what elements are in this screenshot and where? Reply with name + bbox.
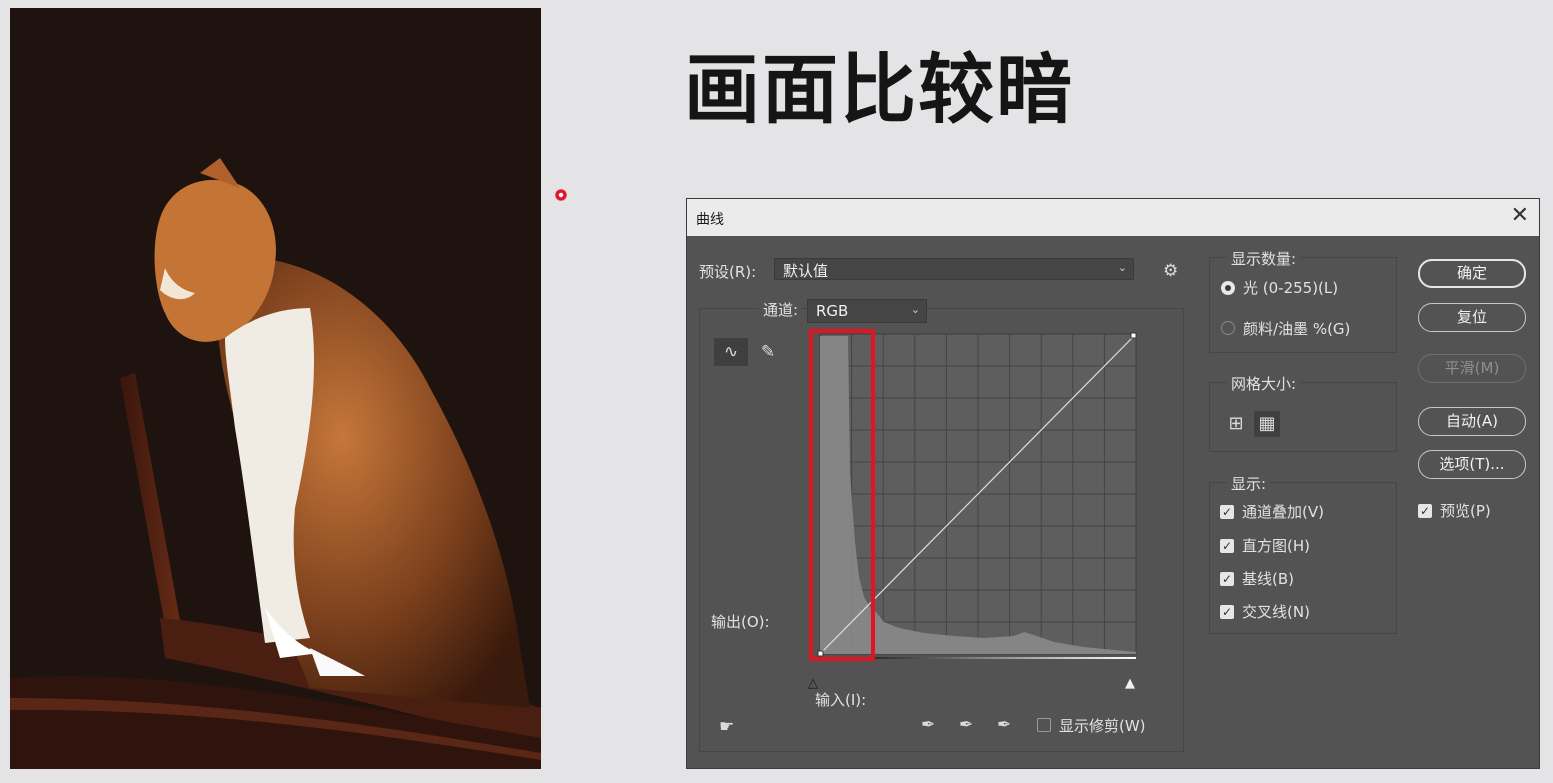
cat-photo [10, 8, 541, 769]
chevron-down-icon: ⌄ [910, 303, 920, 316]
auto-button[interactable]: 自动(A) [1418, 407, 1526, 436]
pointer-indicator [555, 189, 567, 201]
preset-dropdown[interactable]: 默认值 ⌄ [774, 258, 1134, 280]
histogram-label: 直方图(H) [1242, 537, 1310, 555]
reset-button[interactable]: 复位 [1418, 303, 1526, 332]
histogram-checkbox[interactable]: ✓ [1220, 539, 1234, 553]
output-label: 输出(O): [711, 613, 770, 631]
pencil-icon[interactable]: ✎ [755, 338, 781, 366]
ok-button[interactable]: 确定 [1418, 259, 1526, 288]
intersection-line-checkbox[interactable]: ✓ [1220, 605, 1234, 619]
target-adjustment-icon[interactable]: ☛ [719, 717, 734, 737]
channel-overlay-checkbox[interactable]: ✓ [1220, 505, 1234, 519]
dialog-title: 曲线 [696, 212, 724, 228]
gear-icon[interactable]: ⚙ [1163, 261, 1178, 281]
preview-label: 预览(P) [1440, 502, 1491, 520]
highlight-box [809, 329, 875, 661]
channel-label: 通道: [759, 299, 803, 320]
channel-value: RGB [816, 302, 849, 320]
white-point-slider[interactable]: ▲ [1125, 676, 1135, 691]
show-clipping-checkbox[interactable] [1037, 718, 1051, 732]
simple-grid-icon[interactable]: ⊞ [1223, 411, 1249, 437]
intersection-line-label: 交叉线(N) [1242, 603, 1310, 621]
light-radio[interactable] [1221, 281, 1235, 295]
preset-value: 默认值 [783, 262, 829, 280]
curves-dialog: 曲线 ✕ 预设(R): 默认值 ⌄ ⚙ 通道: RGB ⌄ ∿ ✎ 输出(O):… [686, 198, 1540, 769]
pigment-radio[interactable] [1221, 321, 1235, 335]
grid-size-legend: 网格大小: [1227, 373, 1301, 394]
chevron-down-icon: ⌄ [1117, 261, 1127, 274]
gray-eyedropper-icon[interactable]: ✒ [959, 715, 973, 735]
display-amount-legend: 显示数量: [1227, 248, 1301, 269]
curve-edit-icon[interactable]: ∿ [714, 338, 748, 366]
dialog-titlebar: 曲线 ✕ [687, 199, 1539, 236]
show-legend: 显示: [1227, 473, 1271, 494]
slide-title: 画面比较暗 [684, 45, 1074, 134]
smooth-button[interactable]: 平滑(M) [1418, 354, 1526, 383]
channel-overlay-label: 通道叠加(V) [1242, 503, 1324, 521]
preset-label: 预设(R): [699, 263, 757, 281]
channel-dropdown[interactable]: RGB ⌄ [807, 299, 927, 323]
preview-checkbox[interactable]: ✓ [1418, 504, 1432, 518]
detailed-grid-icon[interactable]: ▦ [1254, 411, 1280, 437]
black-eyedropper-icon[interactable]: ✒ [921, 715, 935, 735]
pigment-label: 颜料/油墨 %(G) [1243, 320, 1351, 338]
white-eyedropper-icon[interactable]: ✒ [997, 715, 1011, 735]
show-clipping-label: 显示修剪(W) [1059, 717, 1146, 735]
baseline-label: 基线(B) [1242, 570, 1294, 588]
baseline-checkbox[interactable]: ✓ [1220, 572, 1234, 586]
input-label: 输入(I): [815, 691, 867, 709]
options-button[interactable]: 选项(T)... [1418, 450, 1526, 479]
curve-point-white[interactable] [1130, 332, 1137, 339]
close-icon[interactable]: ✕ [1511, 203, 1529, 228]
black-point-slider[interactable]: △ [808, 676, 818, 691]
light-label: 光 (0-255)(L) [1243, 279, 1339, 297]
